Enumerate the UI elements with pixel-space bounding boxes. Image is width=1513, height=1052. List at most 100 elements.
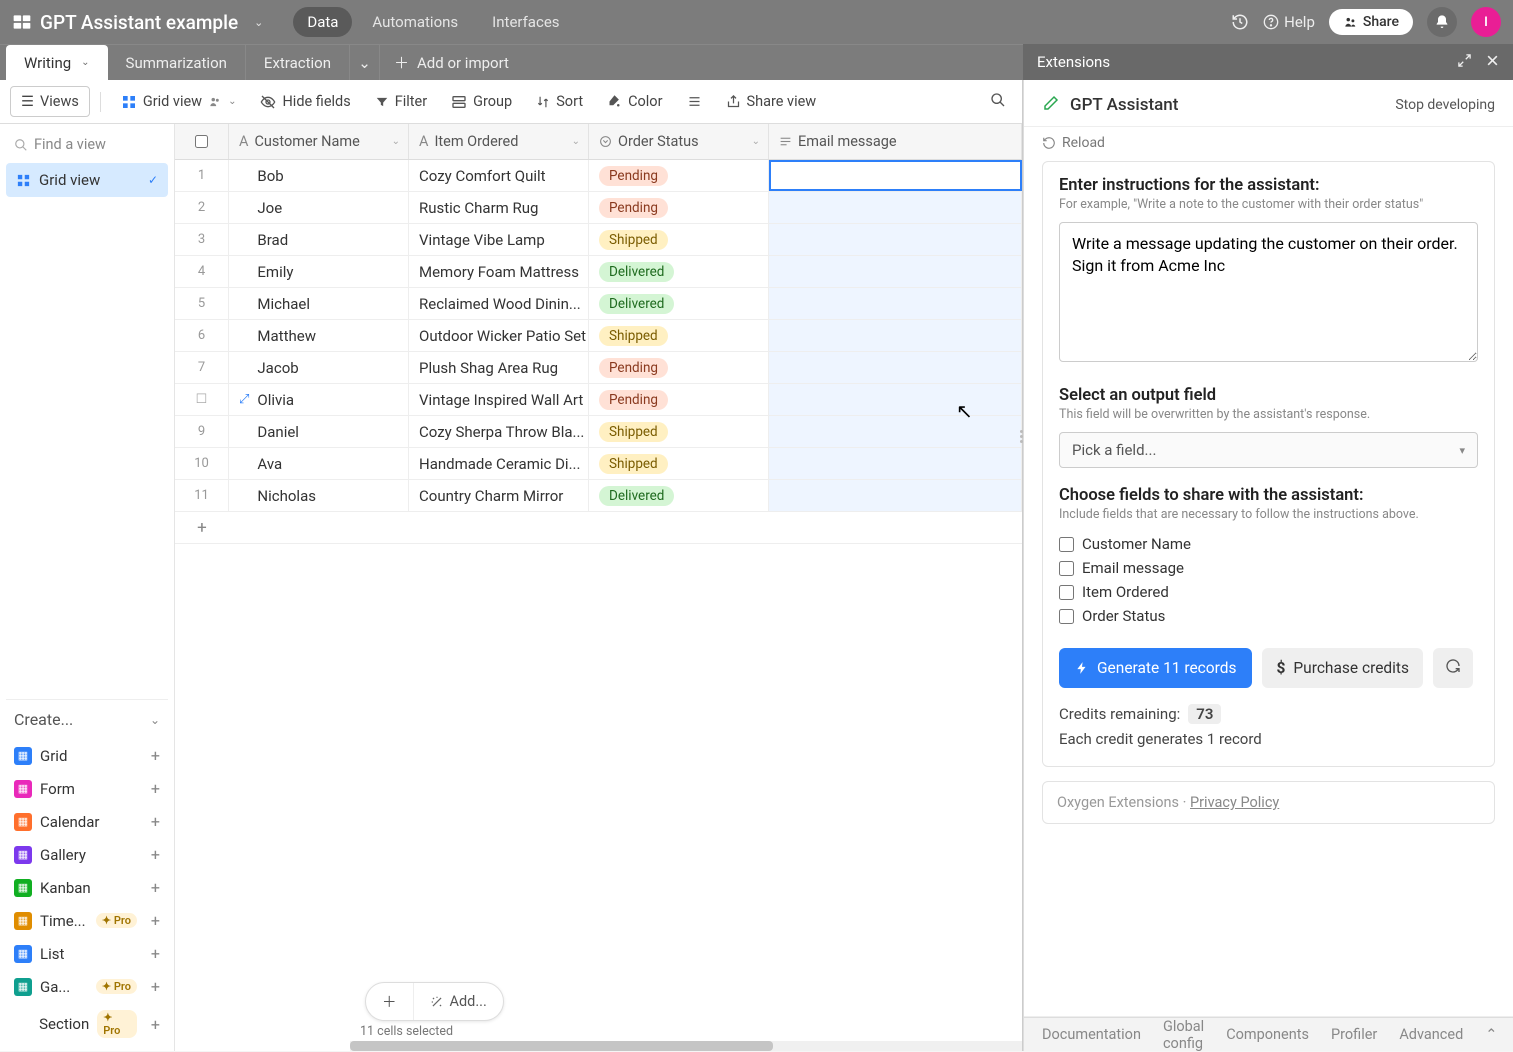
cell-item-ordered[interactable]: Cozy Sherpa Throw Bla... xyxy=(409,416,589,447)
table-row[interactable]: 7 ⤢ Jacob Plush Shag Area Rug Pending xyxy=(175,352,1022,384)
select-all-checkbox[interactable] xyxy=(175,124,229,159)
cell-order-status[interactable]: Delivered xyxy=(589,256,769,287)
row-number[interactable]: 9 xyxy=(175,416,229,447)
cell-order-status[interactable]: Shipped xyxy=(589,320,769,351)
plus-icon[interactable]: + xyxy=(151,746,160,765)
color-button[interactable]: Color xyxy=(597,87,672,116)
chevron-down-icon[interactable]: ⌄ xyxy=(392,136,400,147)
cell-item-ordered[interactable]: Country Charm Mirror xyxy=(409,480,589,511)
checkbox[interactable] xyxy=(1059,537,1074,552)
column-order-status[interactable]: Order Status⌄ xyxy=(589,124,769,159)
create-view-section[interactable]: ▦ Section ✦ Pro+ xyxy=(6,1003,168,1045)
create-section-header[interactable]: Create... ⌄ xyxy=(6,699,168,739)
more-tables-button[interactable]: ⌄ xyxy=(350,45,380,80)
dev-tab-profiler[interactable]: Profiler xyxy=(1331,1026,1377,1043)
cell-item-ordered[interactable]: Vintage Inspired Wall Art xyxy=(409,384,589,415)
table-row[interactable]: 2 ⤢ Joe Rustic Charm Rug Pending xyxy=(175,192,1022,224)
create-view-time-[interactable]: ▦ Time... ✦ Pro+ xyxy=(6,904,168,937)
chevron-down-icon[interactable]: ⌄ xyxy=(752,136,760,147)
plus-icon[interactable]: + xyxy=(151,779,160,798)
cell-order-status[interactable]: Pending xyxy=(589,192,769,223)
row-number[interactable]: 1 xyxy=(175,160,229,191)
row-number[interactable]: 3 xyxy=(175,224,229,255)
cell-customer-name[interactable]: ⤢ Olivia xyxy=(229,384,409,415)
cell-item-ordered[interactable]: Cozy Comfort Quilt xyxy=(409,160,589,191)
views-toggle[interactable]: ☰ Views xyxy=(10,86,90,117)
user-avatar[interactable]: I xyxy=(1471,7,1501,37)
checkbox[interactable] xyxy=(1059,561,1074,576)
row-number[interactable]: 5 xyxy=(175,288,229,319)
checkbox[interactable] xyxy=(1059,585,1074,600)
chevron-down-icon[interactable]: ⌄ xyxy=(81,57,89,68)
expand-record-icon[interactable]: ⤢ xyxy=(239,392,249,407)
cell-email-message[interactable] xyxy=(769,416,1022,447)
cell-customer-name[interactable]: ⤢ Ava xyxy=(229,448,409,479)
cell-item-ordered[interactable]: Vintage Vibe Lamp xyxy=(409,224,589,255)
share-field-item-ordered[interactable]: Item Ordered xyxy=(1059,580,1478,604)
table-row[interactable]: 11 ⤢ Nicholas Country Charm Mirror Deliv… xyxy=(175,480,1022,512)
plus-icon[interactable]: + xyxy=(151,977,160,996)
tab-data[interactable]: Data xyxy=(293,7,352,37)
cell-customer-name[interactable]: ⤢ Michael xyxy=(229,288,409,319)
table-tab-extraction[interactable]: Extraction xyxy=(246,45,350,80)
add-menu-button[interactable]: Add... xyxy=(414,983,503,1020)
stop-developing-button[interactable]: Stop developing xyxy=(1395,97,1495,113)
create-view-ga-[interactable]: ▦ Ga... ✦ Pro+ xyxy=(6,970,168,1003)
dev-tab-documentation[interactable]: Documentation xyxy=(1042,1026,1141,1043)
sort-button[interactable]: Sort xyxy=(526,87,593,116)
dev-tab-advanced[interactable]: Advanced xyxy=(1399,1026,1463,1043)
share-field-customer-name[interactable]: Customer Name xyxy=(1059,532,1478,556)
row-number[interactable]: 6 xyxy=(175,320,229,351)
cell-item-ordered[interactable]: Handmade Ceramic Di... xyxy=(409,448,589,479)
privacy-policy-link[interactable]: Privacy Policy xyxy=(1190,794,1279,811)
cell-order-status[interactable]: Pending xyxy=(589,352,769,383)
cell-order-status[interactable]: Shipped xyxy=(589,416,769,447)
row-height-button[interactable] xyxy=(677,88,712,115)
create-view-kanban[interactable]: ▦ Kanban + xyxy=(6,871,168,904)
help-button[interactable]: Help xyxy=(1263,13,1315,31)
cell-item-ordered[interactable]: Rustic Charm Rug xyxy=(409,192,589,223)
reload-button[interactable]: Reload xyxy=(1042,131,1495,161)
row-number[interactable]: 11 xyxy=(175,480,229,511)
tab-interfaces[interactable]: Interfaces xyxy=(478,7,573,37)
cell-item-ordered[interactable]: Outdoor Wicker Patio Set xyxy=(409,320,589,351)
cell-item-ordered[interactable]: Plush Shag Area Rug xyxy=(409,352,589,383)
add-record-button[interactable]: ＋ xyxy=(366,983,414,1020)
reset-button[interactable] xyxy=(1433,648,1473,688)
plus-icon[interactable]: + xyxy=(151,878,160,897)
dev-tab-components[interactable]: Components xyxy=(1226,1026,1309,1043)
purchase-credits-button[interactable]: $ Purchase credits xyxy=(1262,648,1423,688)
row-number[interactable]: 10 xyxy=(175,448,229,479)
dev-tools-expand[interactable]: ⌃ xyxy=(1485,1026,1497,1043)
create-view-form[interactable]: ▦ Form + xyxy=(6,772,168,805)
cell-email-message[interactable] xyxy=(769,448,1022,479)
cell-item-ordered[interactable]: Memory Foam Mattress xyxy=(409,256,589,287)
cell-order-status[interactable]: Delivered xyxy=(589,288,769,319)
cell-customer-name[interactable]: ⤢ Jacob xyxy=(229,352,409,383)
cell-customer-name[interactable]: ⤢ Bob xyxy=(229,160,409,191)
column-email-message[interactable]: Email message xyxy=(769,124,1022,159)
instructions-textarea[interactable] xyxy=(1059,222,1478,362)
current-view-picker[interactable]: Grid view ⌄ xyxy=(111,87,247,116)
table-row[interactable]: 5 ⤢ Michael Reclaimed Wood Dinin... Deli… xyxy=(175,288,1022,320)
sidebar-view-grid[interactable]: Grid view ✓ xyxy=(6,163,168,197)
column-customer-name[interactable]: ACustomer Name⌄ xyxy=(229,124,409,159)
cell-order-status[interactable]: Delivered xyxy=(589,480,769,511)
history-icon[interactable] xyxy=(1231,13,1249,31)
group-button[interactable]: Group xyxy=(441,87,522,116)
cell-order-status[interactable]: Pending xyxy=(589,384,769,415)
row-number[interactable]: 8 xyxy=(175,384,229,415)
output-field-select[interactable]: Pick a field... ▾ xyxy=(1059,432,1478,468)
plus-icon[interactable]: + xyxy=(175,518,229,538)
hide-fields-button[interactable]: Hide fields xyxy=(250,87,360,116)
cell-customer-name[interactable]: ⤢ Emily xyxy=(229,256,409,287)
cell-email-message[interactable] xyxy=(769,320,1022,351)
cell-customer-name[interactable]: ⤢ Daniel xyxy=(229,416,409,447)
create-view-grid[interactable]: ▦ Grid + xyxy=(6,739,168,772)
plus-icon[interactable]: + xyxy=(151,845,160,864)
table-tab-summarization[interactable]: Summarization xyxy=(108,45,246,80)
table-row[interactable]: 8 ⤢ Olivia Vintage Inspired Wall Art Pen… xyxy=(175,384,1022,416)
checkbox[interactable] xyxy=(1059,609,1074,624)
plus-icon[interactable]: + xyxy=(151,812,160,831)
table-row[interactable]: 4 ⤢ Emily Memory Foam Mattress Delivered xyxy=(175,256,1022,288)
